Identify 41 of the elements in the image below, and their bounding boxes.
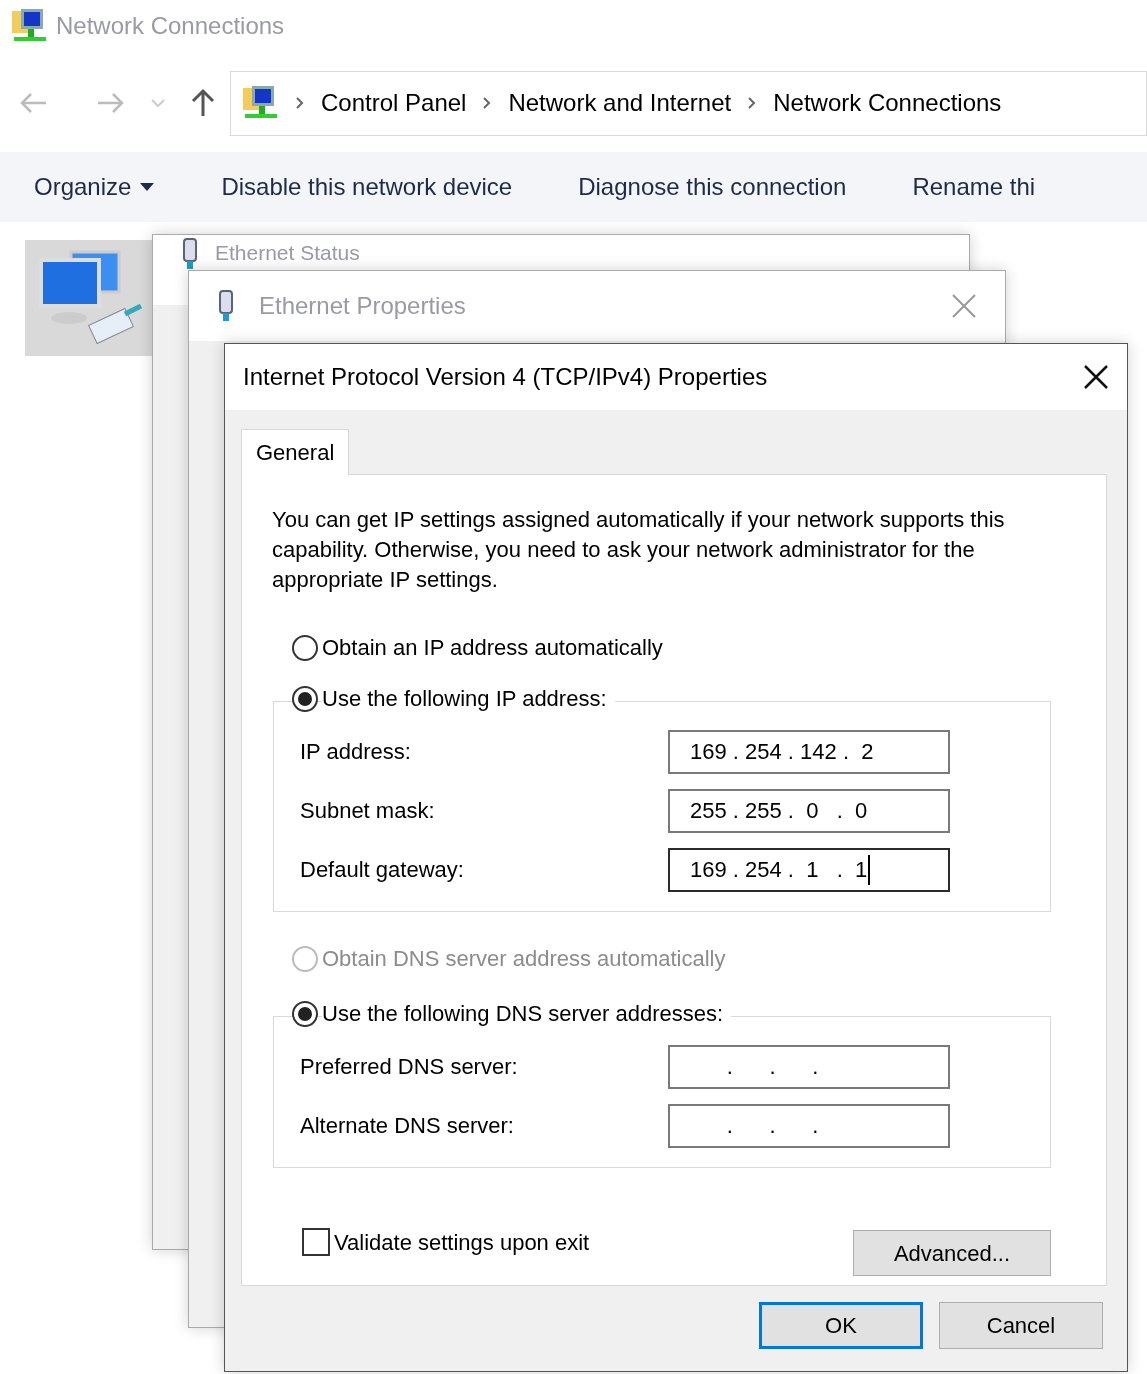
window-title: Ethernet Properties xyxy=(259,291,466,321)
tab[interactable]: General xyxy=(241,429,350,475)
close-icon[interactable] xyxy=(1083,364,1109,390)
address-bar[interactable]: Control Panel Network and Internet Network Connections xyxy=(230,70,1147,136)
intro-text: You can get IP settings assigned automatically if your network supports this capability. Otherwise, you need to ask your network administrator for the appropriate IP settings. xyxy=(272,506,1006,594)
field-label: IP address: xyxy=(300,738,411,766)
ip-address-field[interactable]: . . . xyxy=(668,1044,950,1089)
radio-button[interactable] xyxy=(292,685,318,712)
ip-address-field[interactable]: . . . xyxy=(668,1103,950,1148)
checkbox[interactable] xyxy=(302,1228,330,1256)
breadcrumb-link[interactable]: Network and Internet xyxy=(508,85,732,121)
checkbox-label: Validate settings upon exit xyxy=(334,1228,590,1257)
toolbar-button[interactable]: Diagnose this connection xyxy=(578,169,847,205)
field-label: Alternate DNS server: xyxy=(300,1112,514,1140)
radio-button[interactable] xyxy=(292,1000,318,1027)
ip-address-field[interactable]: 169 . 254 . 142 . 2 xyxy=(668,729,950,774)
cancel-button[interactable]: Cancel xyxy=(939,1302,1103,1349)
ethernet-adapter-tile[interactable] xyxy=(25,240,153,356)
window-title: Ethernet Status xyxy=(215,240,360,261)
chevron-icon[interactable] xyxy=(747,96,758,110)
field-label: Preferred DNS server: xyxy=(300,1053,518,1081)
ethernet-plug-icon xyxy=(181,237,199,271)
breadcrumb-link[interactable]: Control Panel xyxy=(321,85,467,121)
up-arrow-icon[interactable] xyxy=(190,88,216,118)
toolbar-button[interactable]: Disable this network device xyxy=(221,169,513,205)
advanced-button[interactable]: Advanced... xyxy=(853,1230,1051,1276)
toolbar-button[interactable]: Rename thi xyxy=(912,169,1036,205)
chevron-icon[interactable] xyxy=(482,96,493,110)
menu-button[interactable]: Organize xyxy=(34,169,156,205)
dropdown-arrow-icon xyxy=(139,182,156,192)
radio-button[interactable] xyxy=(292,634,318,661)
chevron-icon[interactable] xyxy=(295,96,305,110)
ethernet-plug-icon xyxy=(217,289,235,323)
breadcrumb-link[interactable]: Network Connections xyxy=(773,85,1002,121)
dialog-title: Internet Protocol Version 4 (TCP/IPv4) Properties xyxy=(243,362,768,392)
ip-address-field[interactable]: 255 . 255 . 0 . 0 xyxy=(668,788,950,833)
ok-button[interactable]: OK xyxy=(759,1302,923,1349)
ip-address-field[interactable]: 169 . 254 . 1 . 1 xyxy=(668,847,950,892)
field-label: Subnet mask: xyxy=(300,797,435,825)
window-title: Network Connections xyxy=(56,11,285,41)
field-label: Default gateway: xyxy=(300,856,464,884)
